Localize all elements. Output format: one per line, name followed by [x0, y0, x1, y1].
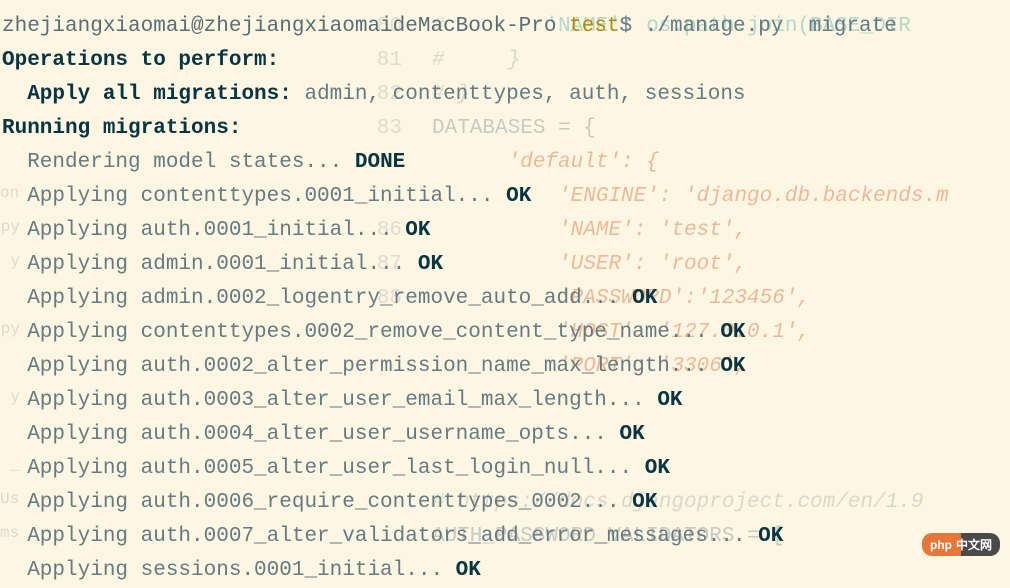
migration-line-4: Applying admin.0002_logentry_remove_auto…	[2, 282, 1010, 316]
migration-line-10: Applying auth.0006_require_contenttypes_…	[2, 486, 1010, 520]
migration-line-5: Applying contenttypes.0002_remove_conten…	[2, 316, 1010, 350]
migration-line-11: Applying auth.0007_alter_validators_add_…	[2, 520, 1010, 554]
prompt-symbol: $	[620, 15, 633, 38]
rendering-line: Rendering model states... DONE	[2, 146, 1010, 180]
migration-line-8: Applying auth.0004_alter_user_username_o…	[2, 418, 1010, 452]
migration-line-9: Applying auth.0005_alter_user_last_login…	[2, 452, 1010, 486]
shell-prompt-line: zhejiangxiaomai@zhejiangxiaomaideMacBook…	[2, 10, 1010, 44]
migration-line-12: Applying sessions.0001_initial... OK	[2, 554, 1010, 588]
terminal-output[interactable]: zhejiangxiaomai@zhejiangxiaomaideMacBook…	[0, 0, 1010, 588]
prompt-user-host: zhejiangxiaomai@zhejiangxiaomaideMacBook…	[2, 15, 557, 38]
watermark-logo: php中文网	[922, 533, 1000, 556]
command-text: ./manage.py migrate	[645, 15, 897, 38]
migration-line-2: Applying auth.0001_initial... OK	[2, 214, 1010, 248]
operations-header: Operations to perform:	[2, 44, 1010, 78]
migration-line-3: Applying admin.0001_initial... OK	[2, 248, 1010, 282]
apply-all-line: Apply all migrations: admin, contenttype…	[2, 78, 1010, 112]
migration-line-7: Applying auth.0003_alter_user_email_max_…	[2, 384, 1010, 418]
migration-line-6: Applying auth.0002_alter_permission_name…	[2, 350, 1010, 384]
prompt-directory: test	[569, 15, 619, 38]
migration-line-1: Applying contenttypes.0001_initial... OK	[2, 180, 1010, 214]
running-header: Running migrations:	[2, 112, 1010, 146]
